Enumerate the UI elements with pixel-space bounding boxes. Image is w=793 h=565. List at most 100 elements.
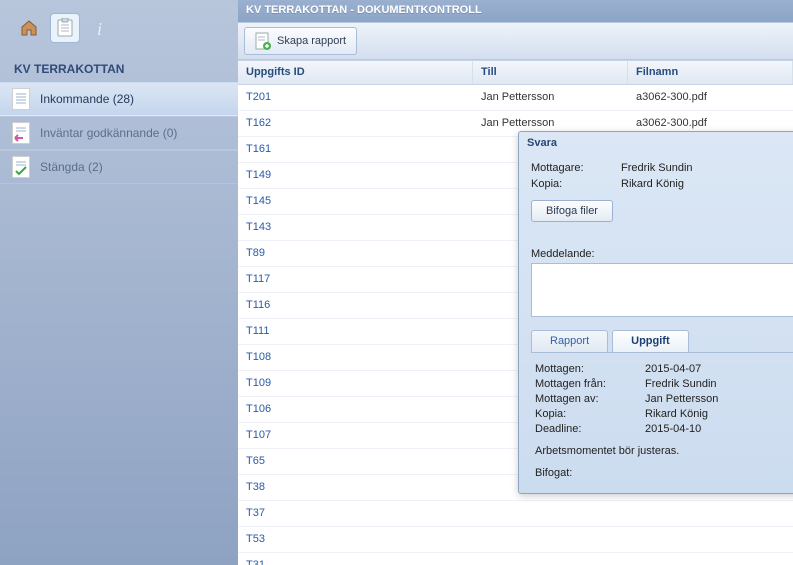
- info-icon-button[interactable]: i: [86, 13, 116, 43]
- task-id-link[interactable]: T53: [246, 533, 265, 545]
- cell-id: T145: [238, 189, 473, 214]
- detail-note: Arbetsmomentet bör justeras.: [535, 445, 793, 457]
- detail-copy-value: Rikard König: [645, 408, 708, 420]
- task-id-link[interactable]: T117: [246, 273, 270, 285]
- task-id-link[interactable]: T108: [246, 351, 271, 363]
- cell-id: T201: [238, 85, 473, 110]
- task-id-link[interactable]: T149: [246, 169, 271, 181]
- task-id-link[interactable]: T201: [246, 91, 271, 103]
- document-lines-icon: [12, 88, 30, 110]
- task-id-link[interactable]: T143: [246, 221, 271, 233]
- detail-deadline-label: Deadline:: [535, 423, 645, 435]
- task-id-link[interactable]: T161: [246, 143, 271, 155]
- dialog-details: Mottagen:2015-04-07 Mottagen från:Fredri…: [531, 353, 793, 483]
- cell-id: T38: [238, 475, 473, 500]
- cell-id: T162: [238, 111, 473, 136]
- tab-uppgift[interactable]: Uppgift: [612, 330, 688, 352]
- cell-id: T161: [238, 137, 473, 162]
- cell-id: T31: [238, 553, 473, 565]
- table-row[interactable]: T31: [238, 553, 793, 565]
- sidebar-item-label: Inväntar godkännande (0): [40, 126, 177, 140]
- task-id-link[interactable]: T89: [246, 247, 265, 259]
- detail-from-label: Mottagen från:: [535, 378, 645, 390]
- sidebar-item-label: Stängda (2): [40, 160, 103, 174]
- message-label: Meddelande:: [531, 248, 595, 260]
- dialog-body: Mottagare: Fredrik Sundin Kopia: Rikard …: [519, 154, 793, 493]
- sidebar-icon-bar: i: [0, 0, 238, 56]
- cell-id: T143: [238, 215, 473, 240]
- document-arrow-icon: [12, 122, 30, 144]
- sidebar-item-label: Inkommande (28): [40, 92, 134, 106]
- info-icon: i: [91, 18, 111, 38]
- column-header-id[interactable]: Uppgifts ID: [238, 61, 473, 84]
- task-id-link[interactable]: T162: [246, 117, 271, 129]
- detail-received-value: 2015-04-07: [645, 363, 701, 375]
- table-row[interactable]: T201 Jan Petterssona3062-300.pdf: [238, 85, 793, 111]
- task-id-link[interactable]: T65: [246, 455, 265, 467]
- cell-filnamn: a3062-300.pdf: [628, 85, 793, 110]
- cell-id: T89: [238, 241, 473, 266]
- cell-id: T108: [238, 345, 473, 370]
- cell-id: T65: [238, 449, 473, 474]
- sidebar-item-inkommande[interactable]: Inkommande (28): [0, 82, 238, 116]
- cell-id: T107: [238, 423, 473, 448]
- recipient-value: Fredrik Sundin: [621, 162, 693, 174]
- table-row[interactable]: T37: [238, 501, 793, 527]
- home-icon: [19, 18, 39, 38]
- sidebar-title: KV TERRAKOTTAN: [0, 56, 238, 82]
- cell-filnamn: [628, 553, 793, 565]
- copy-label: Kopia:: [531, 178, 621, 190]
- grid-header: Uppgifts ID Till Filnamn: [238, 61, 793, 85]
- copy-value: Rikard König: [621, 178, 684, 190]
- tab-rapport[interactable]: Rapport: [531, 330, 608, 352]
- cell-till: [473, 527, 628, 552]
- reply-dialog: Svara ✕ Mottagare: Fredrik Sundin Kopia:…: [518, 131, 793, 494]
- task-id-link[interactable]: T31: [246, 559, 265, 565]
- sidebar-item-awaiting[interactable]: Inväntar godkännande (0): [0, 116, 238, 150]
- cell-till: Jan Pettersson: [473, 85, 628, 110]
- sidebar-list: Inkommande (28) Inväntar godkännande (0)…: [0, 82, 238, 184]
- attach-files-button[interactable]: Bifoga filer: [531, 200, 613, 222]
- document-plus-icon: [255, 32, 271, 50]
- dialog-tabs: Rapport Uppgift: [531, 330, 793, 353]
- column-header-filnamn[interactable]: Filnamn: [628, 61, 793, 84]
- detail-copy-label: Kopia:: [535, 408, 645, 420]
- detail-by-label: Mottagen av:: [535, 393, 645, 405]
- task-id-link[interactable]: T107: [246, 429, 271, 441]
- table-row[interactable]: T53: [238, 527, 793, 553]
- cell-till: [473, 501, 628, 526]
- cell-filnamn: [628, 501, 793, 526]
- cell-id: T117: [238, 267, 473, 292]
- document-check-icon: [12, 156, 30, 178]
- create-report-button[interactable]: Skapa rapport: [244, 27, 357, 55]
- cell-id: T116: [238, 293, 473, 318]
- sidebar: i KV TERRAKOTTAN Inkommande (28) Invänta…: [0, 0, 238, 565]
- task-id-link[interactable]: T116: [246, 299, 270, 311]
- svg-text:i: i: [97, 19, 102, 38]
- sidebar-item-closed[interactable]: Stängda (2): [0, 150, 238, 184]
- task-id-link[interactable]: T111: [246, 325, 269, 337]
- detail-attached-label: Bifogat:: [535, 467, 793, 479]
- task-id-link[interactable]: T145: [246, 195, 271, 207]
- column-header-till[interactable]: Till: [473, 61, 628, 84]
- dialog-titlebar: Svara ✕: [519, 132, 793, 154]
- clipboard-icon: [56, 18, 74, 38]
- document-list-icon-button[interactable]: [50, 13, 80, 43]
- message-textarea[interactable]: [531, 263, 793, 317]
- detail-by-value: Jan Pettersson: [645, 393, 718, 405]
- dialog-title-text: Svara: [527, 137, 557, 149]
- task-id-link[interactable]: T37: [246, 507, 265, 519]
- recipient-label: Mottagare:: [531, 162, 621, 174]
- task-id-link[interactable]: T38: [246, 481, 265, 493]
- task-id-link[interactable]: T106: [246, 403, 271, 415]
- main-title: KV TERRAKOTTAN - DOKUMENTKONTROLL: [238, 0, 793, 22]
- cell-till: [473, 553, 628, 565]
- create-report-label: Skapa rapport: [277, 35, 346, 47]
- detail-received-label: Mottagen:: [535, 363, 645, 375]
- home-icon-button[interactable]: [14, 13, 44, 43]
- cell-id: T106: [238, 397, 473, 422]
- main-toolbar: Skapa rapport: [238, 22, 793, 60]
- task-id-link[interactable]: T109: [246, 377, 271, 389]
- detail-from-value: Fredrik Sundin: [645, 378, 717, 390]
- cell-id: T111: [238, 319, 473, 344]
